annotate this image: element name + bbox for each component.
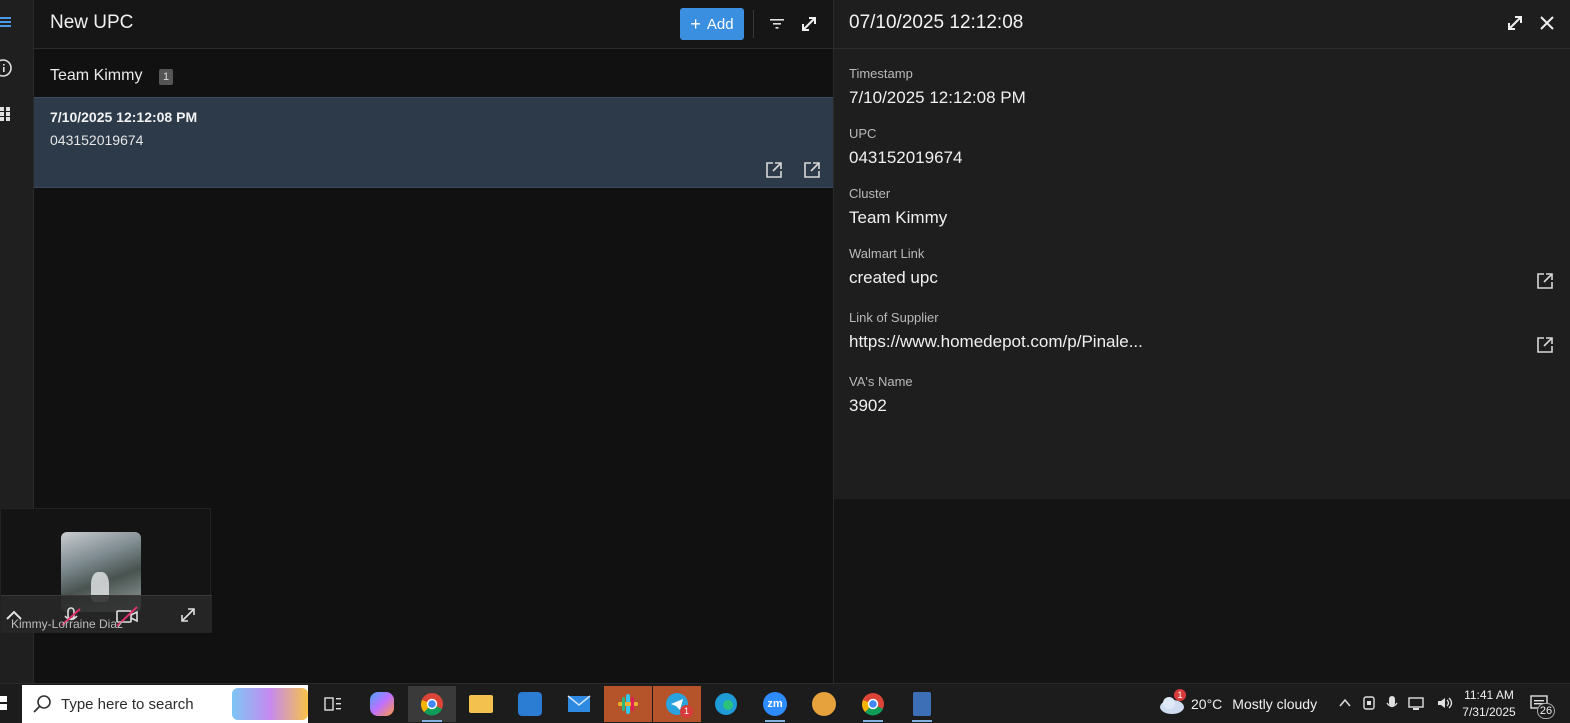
field-cluster: Cluster Team Kimmy <box>849 186 1555 228</box>
field-timestamp: Timestamp 7/10/2025 12:12:08 PM <box>849 66 1555 108</box>
search-icon <box>32 694 52 719</box>
detail-title: 07/10/2025 12:12:08 <box>849 12 1024 33</box>
field-walmart-link: Walmart Link created upc <box>849 246 1555 291</box>
expand-icon[interactable] <box>1506 14 1526 34</box>
mail-icon[interactable] <box>555 686 603 722</box>
group-count-badge: 1 <box>159 69 173 85</box>
notification-count-badge: 26 <box>1537 703 1555 719</box>
open-link-icon[interactable] <box>802 160 822 180</box>
taskbar-search[interactable]: Type here to search <box>22 685 308 723</box>
taskbar: Type here to search 1 zm 1 20°C Mostly c… <box>0 683 1570 723</box>
list-header: New UPC + Add <box>34 0 833 49</box>
video-controls-bar: Kimmy-Lorraine Diaz <box>1 595 212 633</box>
expand-icon[interactable] <box>799 14 819 34</box>
chrome-icon[interactable] <box>408 686 456 722</box>
active-indicator <box>912 720 932 722</box>
file-explorer-icon[interactable] <box>457 686 505 722</box>
record-upc: 043152019674 <box>50 132 144 148</box>
field-value[interactable]: https://www.homedepot.com/p/Pinale... <box>849 332 1555 352</box>
chevron-up-icon[interactable] <box>1338 696 1352 713</box>
field-supplier-link: Link of Supplier https://www.homedepot.c… <box>849 310 1555 355</box>
field-value[interactable]: created upc <box>849 268 1555 288</box>
group-header[interactable]: Team Kimmy 1 <box>34 49 833 97</box>
active-indicator <box>765 720 785 722</box>
list-title: New UPC <box>50 12 134 33</box>
detail-pane: 07/10/2025 12:12:08 Timestamp 7/10/2025 … <box>833 0 1570 683</box>
add-button-label: Add <box>706 15 734 33</box>
field-label: Timestamp <box>849 66 913 81</box>
detail-card: 07/10/2025 12:12:08 Timestamp 7/10/2025 … <box>834 0 1570 499</box>
detail-header: 07/10/2025 12:12:08 <box>834 0 1570 49</box>
copilot-icon[interactable] <box>358 686 406 722</box>
slack-icon[interactable] <box>604 686 652 722</box>
system-tray <box>1338 684 1454 723</box>
app-icon[interactable] <box>800 686 848 722</box>
field-va-name: VA's Name 3902 <box>849 374 1555 416</box>
microphone-icon[interactable] <box>1386 695 1398 714</box>
field-label: Link of Supplier <box>849 310 939 325</box>
close-icon[interactable] <box>1538 14 1558 34</box>
active-indicator <box>422 720 442 722</box>
chrome-profile-icon[interactable] <box>849 686 897 722</box>
field-value: 043152019674 <box>849 148 963 167</box>
active-indicator <box>863 720 883 722</box>
edge-icon[interactable] <box>702 686 750 722</box>
taskbar-clock[interactable]: 11:41 AM 7/31/2025 <box>1452 687 1526 721</box>
field-value: 3902 <box>849 396 887 415</box>
task-view-icon[interactable] <box>309 686 357 722</box>
search-placeholder: Type here to search <box>61 696 194 713</box>
weather-temperature: 20°C <box>1191 696 1223 712</box>
telegram-icon[interactable]: 1 <box>653 686 701 722</box>
open-link-icon[interactable] <box>764 160 784 180</box>
field-label: Cluster <box>849 186 891 201</box>
weather-alert-badge: 1 <box>1174 689 1186 701</box>
cloud-icon: 1 <box>1158 689 1186 715</box>
field-value: Team Kimmy <box>849 208 948 227</box>
participant-name: Kimmy-Lorraine Diaz <box>11 617 124 631</box>
calculator-icon[interactable] <box>898 686 946 722</box>
fullscreen-icon[interactable] <box>178 605 200 627</box>
field-label: Walmart Link <box>849 246 925 261</box>
field-label: UPC <box>849 126 877 141</box>
weather-widget[interactable]: 1 20°C Mostly cloudy <box>1158 684 1317 723</box>
field-upc: UPC 043152019674 <box>849 126 1555 168</box>
weather-condition: Mostly cloudy <box>1232 696 1318 712</box>
list-item[interactable]: 7/10/2025 12:12:08 PM 043152019674 <box>34 97 833 188</box>
network-icon[interactable] <box>1408 695 1426 714</box>
plus-icon: + <box>690 14 701 34</box>
video-call-window[interactable]: Kimmy-Lorraine Diaz <box>0 508 212 633</box>
record-timestamp: 7/10/2025 12:12:08 PM <box>50 109 198 125</box>
zoom-icon[interactable]: zm <box>751 686 799 722</box>
clock-time: 11:41 AM <box>1464 688 1514 702</box>
info-icon[interactable] <box>0 58 16 78</box>
start-icon[interactable] <box>0 696 8 710</box>
header-divider <box>753 10 754 38</box>
clock-date: 7/31/2025 <box>1462 705 1516 719</box>
open-link-icon[interactable] <box>1535 335 1555 355</box>
apps-grid-icon[interactable] <box>0 104 16 124</box>
field-value: 7/10/2025 12:12:08 PM <box>849 88 1026 107</box>
notification-badge: 1 <box>680 705 693 718</box>
menu-icon[interactable] <box>0 12 16 32</box>
search-highlight-image <box>232 688 308 720</box>
add-button[interactable]: + Add <box>680 8 744 40</box>
group-label: Team Kimmy <box>50 67 143 84</box>
field-label: VA's Name <box>849 374 913 389</box>
filter-icon[interactable] <box>767 14 787 34</box>
meet-icon[interactable] <box>1362 695 1376 714</box>
microsoft-store-icon[interactable] <box>506 686 554 722</box>
open-link-icon[interactable] <box>1535 271 1555 291</box>
